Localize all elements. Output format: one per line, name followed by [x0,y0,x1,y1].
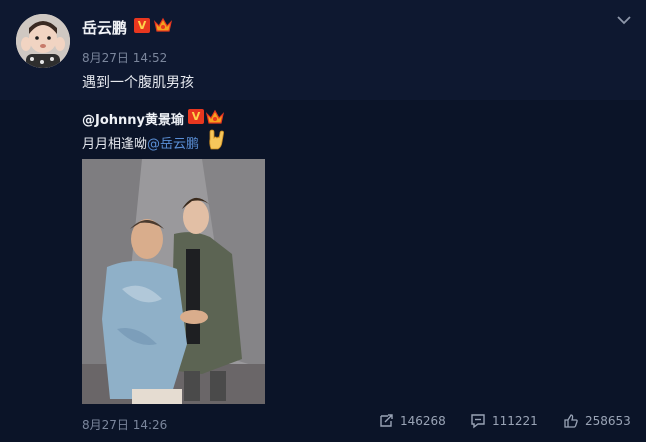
reposted-post: @Johnny黄景瑜 V 月月相逢呦@岳云鹏 8月27日 14:26 14626… [0,100,646,442]
original-post: 岳云鹏 V 8月27日 14:52 遇到一个腹肌男孩 [0,0,646,100]
photo-image [82,159,265,404]
rock-hand-icon [209,129,224,150]
like-icon [564,414,578,428]
repost-count: 146268 [400,414,446,428]
comment-button[interactable]: 111221 [470,411,538,431]
mention-link[interactable]: @岳云鹏 [147,137,199,152]
comment-icon [471,414,485,429]
author-name[interactable]: 岳云鹏 [82,17,127,38]
post-time[interactable]: 8月27日 14:52 [82,49,167,66]
repost-text: 月月相逢呦@岳云鹏 [82,133,199,152]
crown-icon [205,109,225,124]
post-text: 遇到一个腹肌男孩 [82,75,194,91]
chevron-down-icon[interactable] [614,12,634,28]
avatar[interactable] [16,14,70,68]
verified-badge: V [134,18,150,33]
repost-text-body: 月月相逢呦 [82,137,148,152]
repost-author[interactable]: @Johnny黄景瑜 [82,109,184,128]
comment-count: 111221 [492,414,538,428]
repost-button[interactable]: 146268 [378,411,446,431]
repost-icon [380,414,393,427]
post-photo[interactable] [82,159,265,404]
avatar-image [16,14,70,68]
crown-icon [153,17,173,32]
like-count: 258653 [585,414,631,428]
verified-badge: V [188,109,204,124]
like-button[interactable]: 258653 [563,411,631,431]
repost-time[interactable]: 8月27日 14:26 [82,416,167,433]
